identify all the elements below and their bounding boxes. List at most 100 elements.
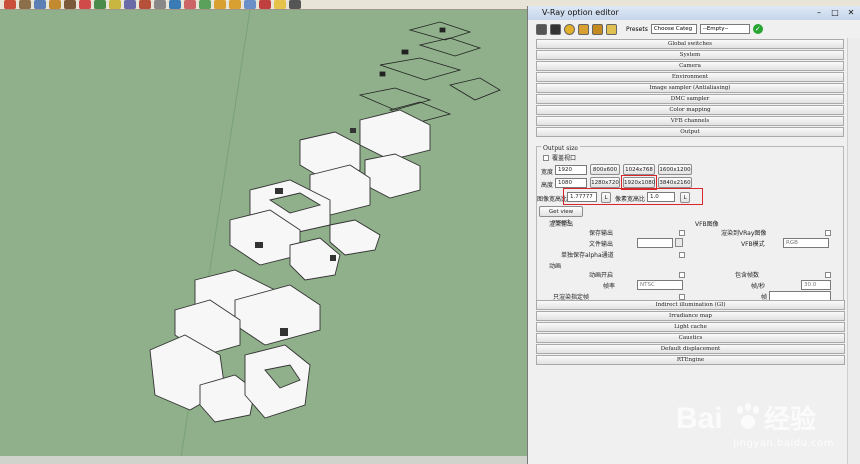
section-system[interactable]: System — [536, 50, 844, 60]
window-titlebar: V-Ray option editor – □ ✕ — [528, 6, 860, 20]
output-size-label: Output size — [541, 145, 580, 152]
height-label: 高度 — [541, 182, 554, 189]
pan-tool-icon[interactable] — [184, 0, 196, 9]
frame-rate-select[interactable]: NTSC — [637, 280, 683, 290]
section-vfb-channels[interactable]: VFB channels — [536, 116, 844, 126]
preset-1280x720-button[interactable]: 1280x720 — [590, 177, 620, 188]
section-caustics[interactable]: Caustics — [536, 333, 845, 343]
vfb-mode-label: VFB模式 — [741, 241, 765, 248]
editor-scrollbar[interactable] — [847, 38, 860, 464]
push-pull-tool-icon[interactable] — [79, 0, 91, 9]
wireframe-buildings — [358, 21, 501, 123]
preset-1024x768-button[interactable]: 1024x768 — [623, 164, 655, 175]
vray-option-editor: V-Ray option editor – □ ✕ Presets Choose… — [527, 6, 860, 464]
editor-toolbar: Presets Choose Categ --Empty-- ✓ — [528, 20, 860, 38]
get-view-aspect-button[interactable]: Get view aspect — [539, 206, 583, 225]
section-output[interactable]: Output — [536, 127, 844, 137]
section-default-displacement[interactable]: Default displacement — [536, 344, 845, 354]
scale-tool-icon[interactable] — [124, 0, 136, 9]
load-preset-icon[interactable] — [578, 23, 589, 35]
override-viewport-checkbox[interactable] — [543, 155, 549, 161]
save-output-label: 保存输出 — [589, 230, 614, 237]
presets-value-select[interactable]: --Empty-- — [699, 24, 750, 34]
close-button[interactable]: ✕ — [846, 8, 856, 18]
include-frame-label: 包含帧数 — [735, 272, 760, 279]
frame-rate-value: NTSC — [640, 281, 655, 288]
shape-tool-icon[interactable] — [34, 0, 46, 9]
orbit-tool-icon[interactable] — [169, 0, 181, 9]
render-to-vray-label: 渲染到VRay图像 — [721, 230, 767, 237]
rotate-tool-icon[interactable] — [109, 0, 121, 9]
vray-light-icon[interactable] — [259, 0, 271, 9]
section-color-mapping[interactable]: Color mapping — [536, 105, 844, 115]
tape-tool-icon[interactable] — [154, 0, 166, 9]
watermark-url: jingyan.baidu.com — [733, 438, 834, 449]
maximize-button[interactable]: □ — [830, 8, 840, 18]
alpha-label: 单独保存alpha通道 — [561, 252, 614, 259]
arc-tool-icon[interactable] — [19, 0, 31, 9]
apply-preset-icon[interactable]: ✓ — [752, 24, 763, 34]
section-camera[interactable]: Camera — [536, 61, 844, 71]
minimize-button[interactable]: – — [814, 8, 824, 18]
vfb-mode-value: RGB — [786, 239, 798, 246]
preset-3840x2160-button[interactable]: 3840x2160 — [658, 177, 692, 188]
frame-rate-label: 帧率 — [603, 283, 616, 290]
vray-frame-icon[interactable] — [244, 0, 256, 9]
eraser-tool-icon[interactable] — [49, 0, 61, 9]
pencil-tool-icon[interactable] — [4, 0, 16, 9]
section-dmc-sampler[interactable]: DMC sampler — [536, 94, 844, 104]
presets-category-value: Choose Categ — [653, 25, 693, 32]
paint-tool-icon[interactable] — [64, 0, 76, 9]
3d-viewport[interactable] — [0, 10, 527, 464]
width-input[interactable]: 1920 — [555, 165, 587, 175]
presets-value-text: --Empty-- — [702, 25, 729, 32]
sections-bottom: Indirect illumination (GI) Irradiance ma… — [528, 299, 860, 365]
alpha-checkbox[interactable] — [679, 252, 685, 258]
section-light-cache[interactable]: Light cache — [536, 322, 845, 332]
camera-icon[interactable] — [289, 0, 301, 9]
vray-options-icon[interactable] — [229, 0, 241, 9]
move-tool-icon[interactable] — [94, 0, 106, 9]
section-irradiance-map[interactable]: Irradiance map — [536, 311, 845, 321]
browse-file-button[interactable] — [675, 238, 683, 247]
zoom-tool-icon[interactable] — [199, 0, 211, 9]
solid-buildings — [149, 109, 431, 423]
height-value: 1080 — [558, 180, 572, 186]
fps-value: 30.0 — [804, 282, 817, 288]
window-title: V-Ray option editor — [542, 8, 619, 17]
presets-category-select[interactable]: Choose Categ — [650, 24, 697, 34]
sections-top: Global switches System Camera Environmen… — [528, 39, 860, 137]
file-output-input[interactable] — [637, 238, 673, 248]
vfb-label: VFB图像 — [695, 221, 719, 228]
vray-render-icon[interactable] — [214, 0, 226, 9]
anim-enable-checkbox[interactable] — [679, 272, 685, 278]
vfb-mode-select[interactable]: RGB — [783, 238, 829, 248]
save-output-checkbox[interactable] — [679, 230, 685, 236]
open-icon[interactable] — [550, 23, 561, 35]
section-global-switches[interactable]: Global switches — [536, 39, 844, 49]
override-viewport-label: 覆盖视口 — [552, 155, 577, 162]
preset-800x600-button[interactable]: 800x600 — [590, 164, 620, 175]
render-to-vray-checkbox[interactable] — [825, 230, 831, 236]
fps-label: 帧/秒 — [751, 283, 766, 290]
highlight-aspect-row — [563, 188, 703, 205]
sun-icon[interactable] — [274, 0, 286, 9]
render-output-label: 渲染输出 — [549, 221, 574, 228]
file-output-label: 文件输出 — [589, 241, 614, 248]
section-environment[interactable]: Environment — [536, 72, 844, 82]
offset-tool-icon[interactable] — [139, 0, 151, 9]
presets-label: Presets — [626, 25, 648, 33]
section-indirect-illumination[interactable]: Indirect illumination (GI) — [536, 300, 845, 310]
output-rollout: Output size 覆盖视口 宽度 1920 800x600 1024x76… — [536, 145, 844, 301]
section-image-sampler[interactable]: Image sampler (Antialiasing) — [536, 83, 844, 93]
include-frame-checkbox[interactable] — [825, 272, 831, 278]
user-preset-icon[interactable] — [606, 23, 617, 35]
save-preset-icon[interactable] — [592, 23, 603, 35]
fps-input[interactable]: 30.0 — [801, 280, 831, 290]
default-icon[interactable] — [564, 23, 575, 35]
width-label: 宽度 — [541, 169, 554, 176]
section-rtengine[interactable]: RTEngine — [536, 355, 845, 365]
height-input[interactable]: 1080 — [555, 178, 587, 188]
preset-1600x1200-button[interactable]: 1600x1200 — [658, 164, 692, 175]
save-icon[interactable] — [536, 23, 547, 35]
